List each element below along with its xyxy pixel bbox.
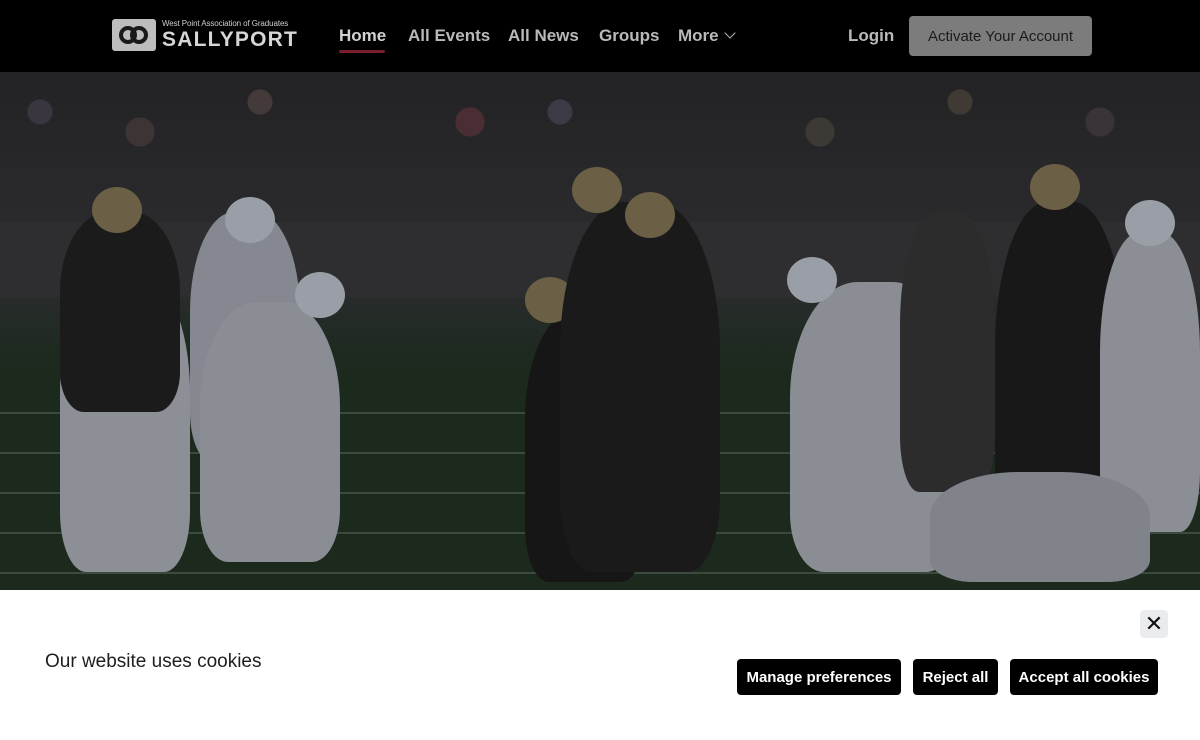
site-header: West Point Association of Graduates SALL… (0, 0, 1200, 72)
close-icon[interactable]: ✕ (1140, 610, 1168, 638)
nav-all-events[interactable]: All Events (408, 26, 490, 46)
chevron-down-icon (723, 27, 736, 39)
manage-preferences-button[interactable]: Manage preferences (737, 659, 901, 695)
login-link[interactable]: Login (848, 26, 894, 46)
nav-more[interactable]: More (678, 26, 736, 46)
hero-image (0, 72, 1200, 590)
logo-subtitle: West Point Association of Graduates (162, 19, 289, 28)
nav-home[interactable]: Home (339, 26, 386, 46)
activate-account-button[interactable]: Activate Your Account (909, 16, 1092, 56)
reject-all-button[interactable]: Reject all (913, 659, 998, 695)
nav-groups[interactable]: Groups (599, 26, 659, 46)
nav-active-indicator (339, 50, 385, 53)
logo-title: SALLYPORT (162, 28, 299, 51)
nav-more-label: More (678, 26, 719, 45)
accept-all-cookies-button[interactable]: Accept all cookies (1010, 659, 1158, 695)
sallyport-logo[interactable]: West Point Association of Graduates SALL… (112, 18, 308, 52)
wpaog-logo-icon (112, 19, 156, 51)
cookie-banner-title: Our website uses cookies (45, 651, 262, 672)
cookie-banner: ✕ Our website uses cookies Manage prefer… (0, 590, 1200, 740)
nav-all-news[interactable]: All News (508, 26, 579, 46)
